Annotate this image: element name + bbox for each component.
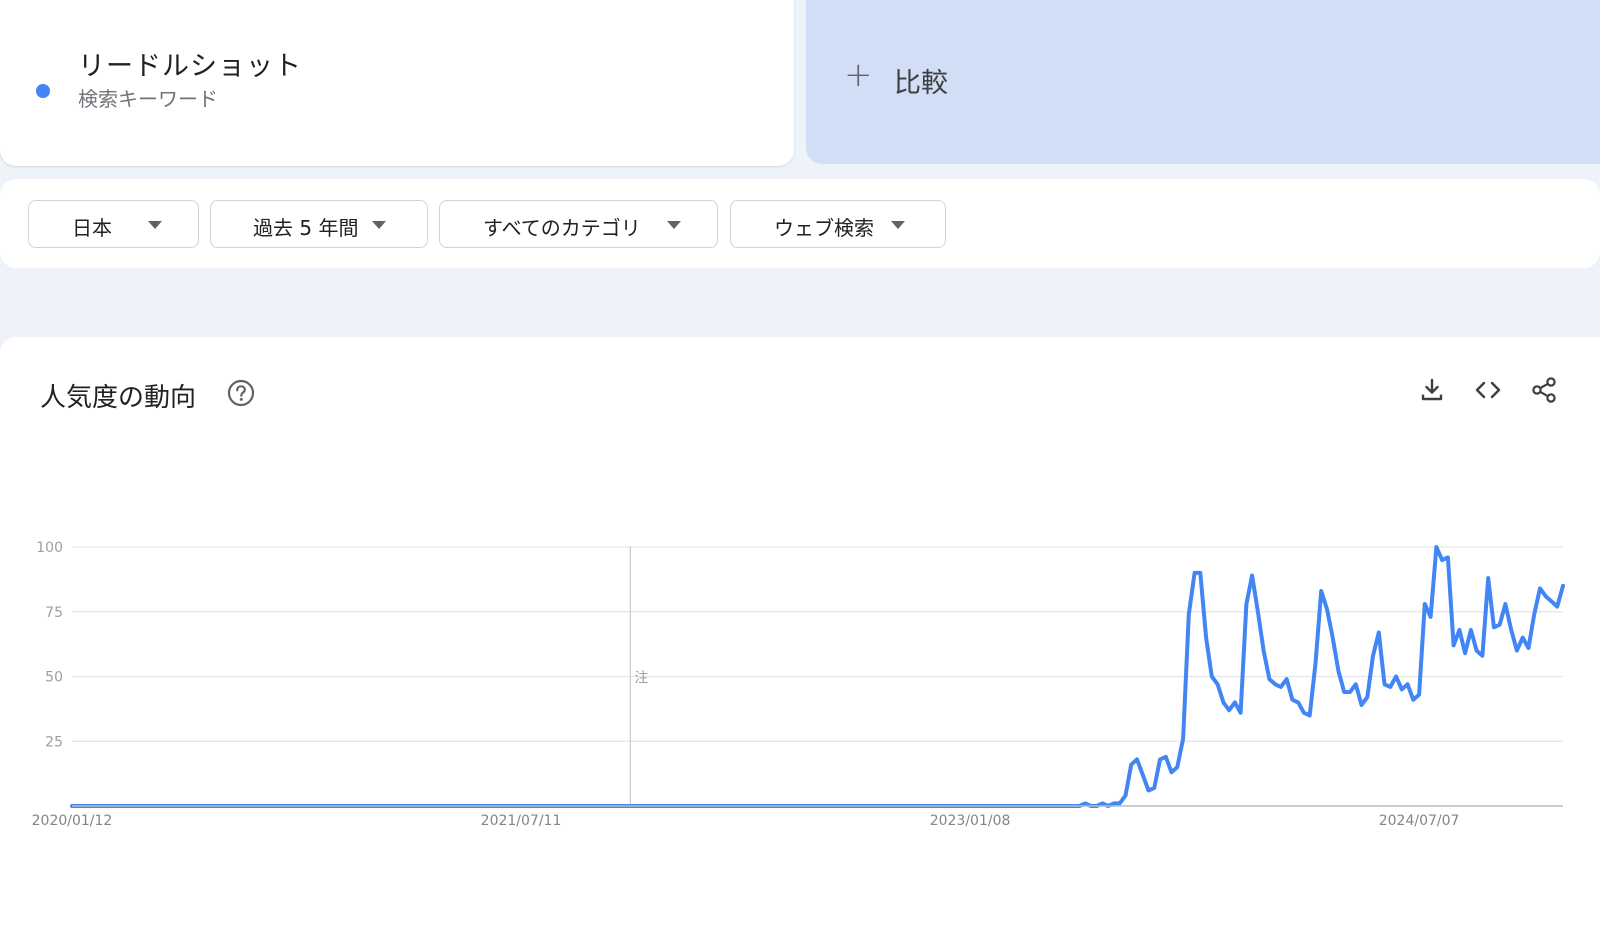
filter-search-type-label: ウェブ検索 bbox=[774, 216, 874, 240]
filter-search-type[interactable]: ウェブ検索 bbox=[730, 200, 946, 248]
y-tick-label: 25 bbox=[45, 734, 63, 750]
search-term-type: 検索キーワード bbox=[78, 87, 218, 111]
filter-category-label: すべてのカテゴリ bbox=[483, 216, 641, 240]
compare-label: 比較 bbox=[894, 68, 948, 99]
x-tick-label: 2020/01/12 bbox=[32, 813, 113, 829]
plus-icon: + bbox=[844, 55, 873, 95]
filter-time-range-label: 過去 5 年間 bbox=[253, 216, 359, 240]
chevron-down-icon bbox=[148, 221, 162, 229]
chevron-down-icon bbox=[372, 221, 386, 229]
y-tick-label: 50 bbox=[45, 670, 63, 686]
chevron-down-icon bbox=[891, 221, 905, 229]
series-color-dot bbox=[36, 84, 50, 98]
x-tick-label: 2023/01/08 bbox=[930, 813, 1011, 829]
interest-over-time-card: 人気度の動向 注 25 50 75 100 2020/01/12 2021/07/11 20… bbox=[0, 337, 1600, 927]
compare-button[interactable]: + 比較 bbox=[806, 0, 1600, 164]
chevron-down-icon bbox=[667, 221, 681, 229]
y-tick-label: 100 bbox=[36, 540, 63, 556]
annotation-label: 注 bbox=[634, 671, 648, 687]
search-term-name[interactable]: リードルショット bbox=[78, 44, 302, 83]
y-tick-label: 75 bbox=[45, 605, 63, 621]
filter-bar: 日本 過去 5 年間 すべてのカテゴリ ウェブ検索 bbox=[0, 179, 1600, 268]
search-term-card[interactable]: リードルショット 検索キーワード bbox=[0, 0, 794, 166]
filter-region-label: 日本 bbox=[72, 216, 112, 240]
filter-region[interactable]: 日本 bbox=[28, 200, 199, 248]
filter-time-range[interactable]: 過去 5 年間 bbox=[210, 200, 428, 248]
filter-category[interactable]: すべてのカテゴリ bbox=[439, 200, 718, 248]
trends-page: リードルショット 検索キーワード + 比較 日本 過去 5 年間 すべてのカテゴ… bbox=[0, 0, 1600, 927]
x-tick-label: 2021/07/11 bbox=[481, 813, 562, 829]
interest-line-chart: 注 25 50 75 100 2020/01/12 2021/07/11 2023/01/0… bbox=[32, 540, 1565, 829]
x-tick-label: 2024/07/07 bbox=[1379, 813, 1460, 829]
